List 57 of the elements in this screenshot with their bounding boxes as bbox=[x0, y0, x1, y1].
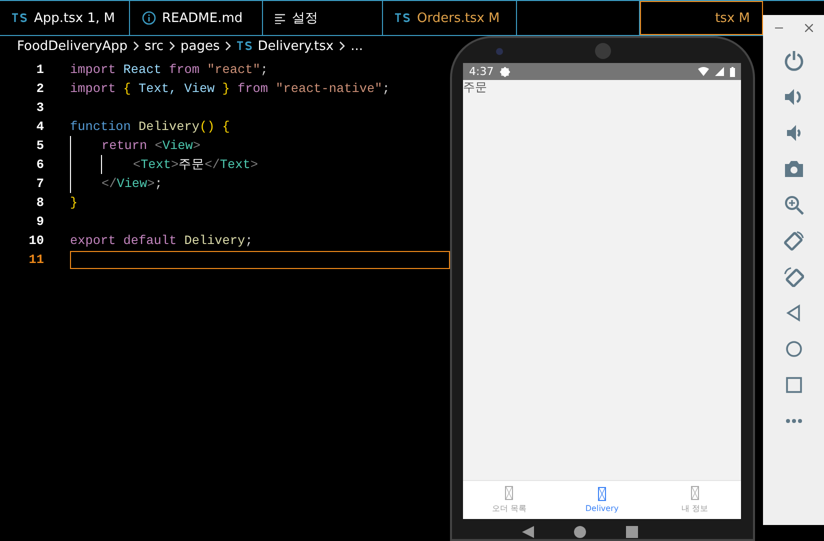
placeholder-icon bbox=[505, 486, 514, 500]
volume-up-icon[interactable] bbox=[784, 87, 804, 107]
line-number: 8 bbox=[35, 195, 45, 210]
signal-icon bbox=[715, 67, 724, 76]
line-number: 3 bbox=[35, 100, 45, 115]
breadcrumb-item[interactable]: pages bbox=[180, 38, 220, 54]
chevron-icon bbox=[224, 41, 232, 51]
typescript-icon bbox=[236, 41, 253, 51]
lines-icon bbox=[275, 12, 286, 24]
code-line: import React from "react"; bbox=[70, 61, 268, 79]
screen-text: 주문 bbox=[463, 80, 487, 94]
line-number: 5 bbox=[35, 138, 45, 153]
speaker-grille bbox=[595, 43, 611, 59]
chevron-icon bbox=[168, 41, 176, 51]
rotate-right-icon[interactable] bbox=[784, 231, 804, 251]
line-number: 9 bbox=[35, 214, 45, 229]
breadcrumb-item[interactable]: ... bbox=[350, 38, 363, 54]
code-line: export default Delivery; bbox=[70, 232, 253, 250]
info-icon bbox=[142, 11, 156, 25]
battery-icon bbox=[730, 66, 735, 76]
editor-tab[interactable]: tsx M bbox=[640, 1, 763, 35]
line-number: 7 bbox=[35, 176, 45, 191]
typescript-icon bbox=[12, 13, 28, 23]
line-number: 1 bbox=[35, 62, 45, 77]
gear-icon bbox=[500, 66, 510, 76]
code-line: } bbox=[70, 194, 78, 212]
home-icon[interactable] bbox=[784, 339, 804, 359]
bottom-tab[interactable]: Delivery bbox=[556, 481, 648, 519]
line-number: 4 bbox=[35, 119, 45, 134]
overview-icon[interactable] bbox=[784, 375, 804, 395]
chevron-icon bbox=[338, 41, 346, 51]
camera-icon[interactable] bbox=[784, 159, 804, 179]
code-line: import { Text, View } from "react-native"; bbox=[70, 80, 390, 98]
code-line: return <View> bbox=[70, 136, 200, 155]
wifi-icon bbox=[698, 67, 709, 76]
code-line: function Delivery() { bbox=[70, 118, 230, 136]
code-line: <Text>주문</Text> bbox=[70, 155, 258, 174]
home-icon[interactable] bbox=[574, 526, 586, 538]
clock-text: 4:37 bbox=[469, 65, 494, 78]
line-number: 2 bbox=[35, 81, 45, 96]
power-icon[interactable] bbox=[784, 51, 804, 71]
breadcrumb-item[interactable]: src bbox=[144, 38, 164, 54]
line-number: 10 bbox=[28, 233, 45, 248]
breadcrumb-item[interactable]: FoodDeliveryApp bbox=[17, 38, 128, 54]
typescript-icon bbox=[395, 13, 411, 23]
line-number: 6 bbox=[35, 157, 45, 172]
placeholder-icon bbox=[690, 486, 699, 500]
placeholder-icon bbox=[598, 487, 606, 501]
line-number: 11 bbox=[28, 252, 45, 267]
breadcrumb-item[interactable]: Delivery.tsx bbox=[258, 38, 334, 54]
camera-lens bbox=[496, 48, 503, 55]
zoom-in-icon[interactable] bbox=[784, 195, 804, 215]
back-icon[interactable] bbox=[522, 526, 534, 538]
close-icon[interactable] bbox=[804, 24, 812, 32]
code-line: </View>; bbox=[70, 174, 162, 193]
rotate-left-icon[interactable] bbox=[784, 267, 804, 287]
chevron-icon bbox=[132, 41, 140, 51]
